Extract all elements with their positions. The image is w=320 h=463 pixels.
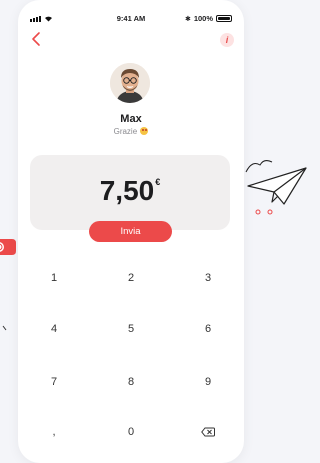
paper-plane-icon (244, 156, 310, 218)
battery-percent: 100% (193, 14, 213, 23)
recipient-status-text: Grazie (113, 127, 138, 136)
key-4[interactable]: 4 (24, 315, 84, 343)
key-3[interactable]: 3 (178, 264, 238, 292)
key-7[interactable]: 7 (24, 368, 84, 396)
battery-icon (216, 15, 232, 22)
amount-value: 7,50 (99, 175, 155, 206)
key-5[interactable]: 5 (101, 315, 161, 343)
backspace-icon (201, 427, 215, 437)
send-button[interactable]: Invia (89, 221, 172, 242)
back-button[interactable] (28, 30, 46, 48)
key-8[interactable]: 8 (101, 368, 161, 396)
avatar (110, 63, 150, 103)
key-9[interactable]: 9 (178, 368, 238, 396)
key-2[interactable]: 2 (101, 264, 161, 292)
currency-symbol: € (155, 177, 161, 187)
chevron-left-icon (32, 32, 40, 46)
chat-bubble-decoration (0, 234, 18, 260)
info-button[interactable]: i (220, 33, 234, 47)
key-6[interactable]: 6 (178, 315, 238, 343)
amount-display: 7,50€ (30, 155, 230, 230)
delete-key[interactable] (178, 418, 238, 446)
heart-eyes-emoji-icon (140, 127, 149, 135)
recipient-status: Grazie (18, 127, 244, 136)
bluetooth-icon: ✱ (184, 15, 191, 23)
recipient-name: Max (120, 113, 142, 125)
status-bar: 9:41 AM ✱ 100% (18, 14, 244, 26)
phone-screen: 9:41 AM ✱ 100% i Max Grazie 7,50€ Invia … (18, 0, 244, 463)
key-1[interactable]: 1 (24, 264, 84, 292)
key-decimal-comma[interactable]: , (24, 418, 84, 446)
key-0[interactable]: 0 (101, 418, 161, 446)
line-decoration (2, 318, 8, 336)
